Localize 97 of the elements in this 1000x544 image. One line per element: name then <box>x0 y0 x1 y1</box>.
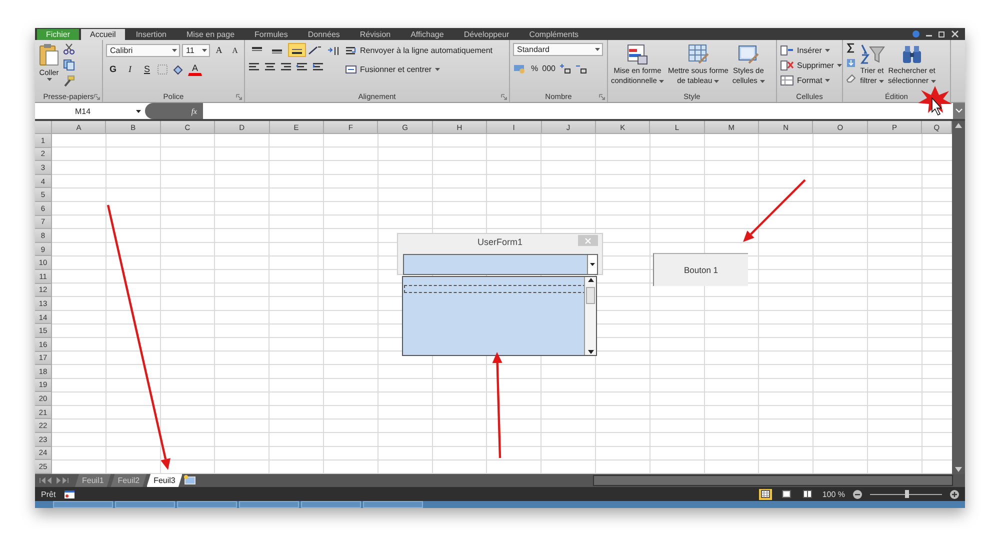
dialog-launcher-icon[interactable] <box>599 94 605 100</box>
scissors-icon[interactable] <box>63 43 75 55</box>
merge-center-button[interactable]: Fusionner et centrer <box>345 62 440 76</box>
vertical-align-button[interactable] <box>288 43 306 57</box>
arrow <box>743 179 806 242</box>
text-orientation-icon[interactable] <box>308 44 324 56</box>
font-name-select[interactable]: Calibri <box>106 44 180 56</box>
caret-icon <box>202 48 207 52</box>
ribbon-tab[interactable]: Mise en page <box>178 29 244 40</box>
caret-icon <box>714 80 720 83</box>
window-title: UserForm1 <box>477 237 522 247</box>
ribbon-tab[interactable]: Affichage <box>402 29 453 40</box>
bold-button[interactable]: G <box>106 62 120 76</box>
merge-cells-icon <box>345 64 357 74</box>
slider-thumb[interactable] <box>905 490 910 498</box>
italic-button[interactable]: I <box>123 62 137 76</box>
sum-icon[interactable] <box>846 43 856 53</box>
dialog-launcher-icon[interactable] <box>236 94 242 100</box>
cells-button[interactable]: Insérer <box>780 43 830 57</box>
scroll-thumb[interactable] <box>586 287 595 304</box>
align-center-icon[interactable] <box>264 61 276 73</box>
caret-icon <box>136 110 141 112</box>
cell-styles-icon[interactable] <box>737 43 760 65</box>
caret-icon <box>836 64 842 66</box>
scrollbar[interactable] <box>584 277 596 355</box>
combo-box[interactable] <box>403 254 598 275</box>
font-size-select[interactable]: 11 <box>182 44 210 56</box>
caret-icon <box>825 78 830 82</box>
ribbon-tab[interactable]: Accueil <box>81 29 125 40</box>
zoom-out-icon[interactable] <box>853 490 862 498</box>
wrap-text-button[interactable]: Renvoyer à la ligne automatiquement <box>345 43 493 57</box>
clipboard-icon <box>38 43 60 67</box>
macro-record-icon[interactable] <box>64 490 75 498</box>
increase-indent-icon[interactable] <box>312 61 324 73</box>
caret-icon <box>590 263 595 266</box>
ribbon-tab[interactable]: Compléments <box>520 29 588 40</box>
ribbon-tab[interactable]: Insertion <box>126 29 176 40</box>
ribbon-tab[interactable]: Développeur <box>454 29 518 40</box>
caret-icon <box>760 80 765 83</box>
eraser-icon[interactable] <box>846 73 856 83</box>
dropdown-list[interactable] <box>402 276 597 356</box>
ribbon-tab[interactable]: Formules <box>246 29 297 40</box>
close-icon[interactable] <box>951 30 959 38</box>
zoom-level: 100 % <box>822 490 845 498</box>
cursor-icon <box>932 96 942 116</box>
restore-icon[interactable] <box>938 30 946 38</box>
align-left-icon[interactable] <box>248 61 260 73</box>
grow-font-button[interactable]: A <box>212 43 226 57</box>
horizontal-scrollbar[interactable] <box>593 475 953 486</box>
percent-button[interactable]: % <box>531 61 538 75</box>
font-color-button[interactable]: A <box>188 62 202 76</box>
caret-icon <box>658 80 664 83</box>
underline-button[interactable]: S <box>140 62 154 76</box>
wrap-text-icon <box>345 44 357 56</box>
format-painter-icon[interactable] <box>63 75 75 87</box>
table-format-icon[interactable] <box>687 43 710 65</box>
decrease-indent-icon[interactable] <box>296 61 308 73</box>
sheet-button[interactable]: Bouton 1 <box>653 253 748 286</box>
caret-icon <box>930 80 936 83</box>
scroll-down-icon[interactable] <box>588 349 594 355</box>
insert-function-button[interactable]: fx <box>145 103 203 119</box>
name-box[interactable]: M14 <box>35 103 145 119</box>
zoom-in-icon[interactable] <box>950 490 959 498</box>
copy-icon[interactable] <box>63 59 77 71</box>
align-right-icon[interactable] <box>280 61 292 73</box>
fill-down-icon[interactable] <box>846 58 856 68</box>
status-text: Prêt <box>41 490 56 498</box>
caret-icon <box>46 78 52 81</box>
caret-icon <box>172 48 177 52</box>
increase-decimal-icon[interactable] <box>559 62 572 74</box>
conditional-format-icon[interactable] <box>626 43 648 65</box>
thousands-button[interactable]: 000 <box>542 61 556 75</box>
cells-button[interactable]: Supprimer <box>780 58 842 72</box>
fill-color-icon[interactable] <box>172 64 185 74</box>
caret-icon <box>595 48 600 51</box>
shrink-font-button[interactable]: A <box>228 43 242 57</box>
dialog-launcher-icon[interactable] <box>94 94 100 100</box>
dropdown-button[interactable] <box>587 255 597 274</box>
expand-icon[interactable] <box>953 103 965 119</box>
number-format-select[interactable]: Standard <box>513 43 603 56</box>
caret-icon <box>434 68 440 70</box>
scroll-up-icon[interactable] <box>588 277 594 283</box>
ribbon-tab[interactable]: Révision <box>350 29 400 40</box>
new-sheet-icon[interactable] <box>182 474 198 487</box>
sort-filter-icon[interactable] <box>859 43 885 65</box>
format-cells-icon[interactable] <box>780 74 794 86</box>
decrease-decimal-icon[interactable] <box>575 62 588 74</box>
insert-cells-icon[interactable] <box>780 44 794 56</box>
close-icon <box>585 238 591 244</box>
ribbon-tab[interactable]: Données <box>298 29 349 40</box>
sheet-tab[interactable]: Feuil3 <box>146 474 182 487</box>
delete-cells-icon[interactable] <box>780 60 794 70</box>
caret-icon <box>878 80 884 83</box>
cells-button[interactable]: Format <box>780 73 830 87</box>
caret-icon <box>824 48 830 52</box>
help-icon[interactable] <box>912 30 920 38</box>
dialog-launcher-icon[interactable] <box>501 94 507 100</box>
